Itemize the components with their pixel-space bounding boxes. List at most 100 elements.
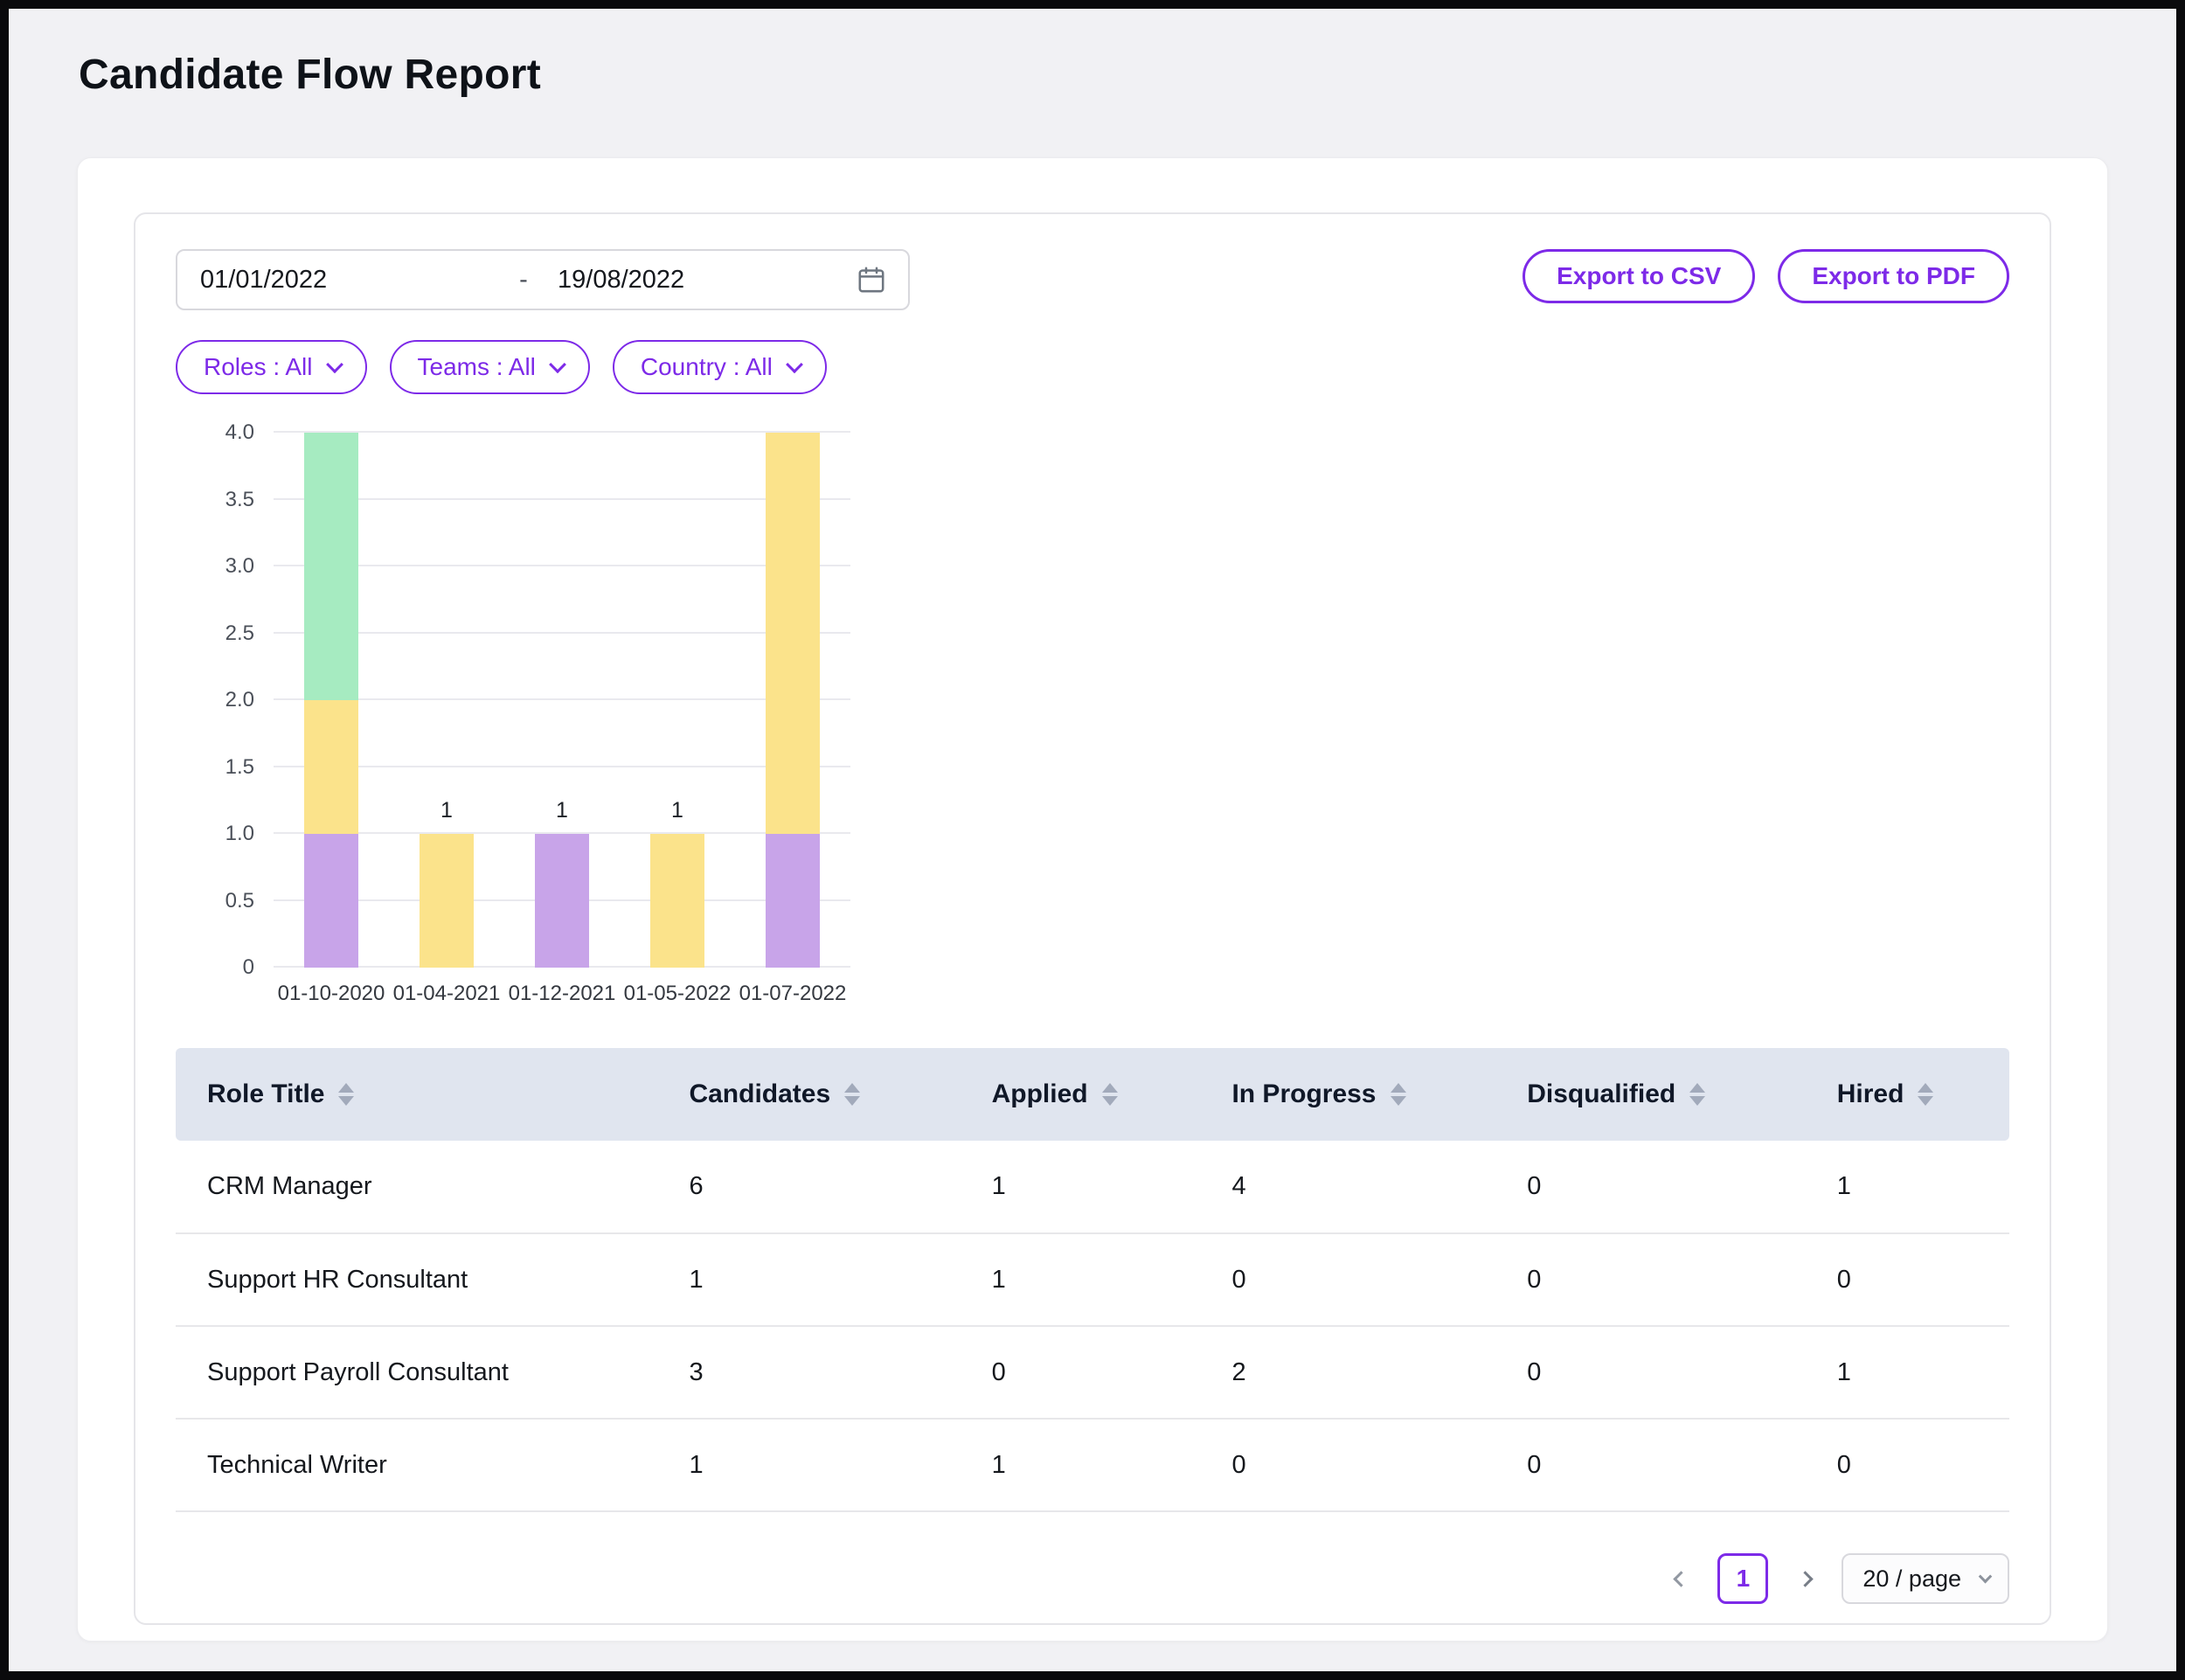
- cell-role-title: CRM Manager: [176, 1141, 689, 1233]
- x-axis-label: 01-10-2020: [274, 982, 389, 1006]
- header-cell-content: In Progress: [1231, 1080, 1405, 1109]
- sort-ascending-icon: [844, 1083, 860, 1093]
- cell-value: 1: [1837, 1326, 2009, 1419]
- filter-label: Teams : All: [418, 353, 536, 381]
- bar-segment-yellow[interactable]: [420, 834, 474, 968]
- cell-role-title: Support HR Consultant: [176, 1233, 689, 1326]
- cell-value: 0: [1527, 1419, 1837, 1511]
- gridline: [274, 766, 850, 767]
- column-header-candidates[interactable]: Candidates: [689, 1048, 991, 1141]
- cell-value: 0: [1527, 1141, 1837, 1233]
- filter-roles[interactable]: Roles : All: [176, 340, 367, 394]
- sort-icon: [844, 1083, 860, 1106]
- bar-segment-yellow[interactable]: [766, 433, 820, 834]
- filter-teams[interactable]: Teams : All: [390, 340, 590, 394]
- date-range-separator: -: [502, 266, 545, 295]
- filter-country[interactable]: Country : All: [613, 340, 827, 394]
- cell-value: 1: [992, 1233, 1232, 1326]
- header-cell-content: Disqualified: [1527, 1080, 1705, 1109]
- cell-value: 0: [1231, 1419, 1527, 1511]
- column-header-label: Role Title: [207, 1080, 324, 1109]
- column-header-role-title[interactable]: Role Title: [176, 1048, 689, 1141]
- export-pdf-button[interactable]: Export to PDF: [1778, 249, 2009, 303]
- cell-value: 4: [1231, 1141, 1527, 1233]
- toolbar: 01/01/2022 - 19/08/2022 Export to CSV Ex…: [176, 249, 2009, 310]
- sort-icon: [1689, 1083, 1705, 1106]
- export-csv-button[interactable]: Export to CSV: [1523, 249, 1755, 303]
- pagination-prev-button[interactable]: [1665, 1554, 1696, 1603]
- page-title: Candidate Flow Report: [79, 51, 541, 99]
- bar-segment-yellow[interactable]: [650, 834, 704, 968]
- table-row: Support HR Consultant11000: [176, 1233, 2009, 1326]
- cell-value: 1: [992, 1141, 1232, 1233]
- sort-ascending-icon: [1391, 1083, 1406, 1093]
- cell-value: 1: [1837, 1141, 2009, 1233]
- page-size-value: 20 / page: [1862, 1565, 1961, 1593]
- sort-descending-icon: [1102, 1096, 1118, 1106]
- candidate-flow-report-page: { "page": { "title": "Candidate Flow Rep…: [0, 0, 2185, 1680]
- cell-value: 0: [1527, 1326, 1837, 1419]
- sort-icon: [1391, 1083, 1406, 1106]
- column-header-applied[interactable]: Applied: [992, 1048, 1232, 1141]
- cell-value: 1: [992, 1419, 1232, 1511]
- sort-ascending-icon: [1918, 1083, 1933, 1093]
- sort-descending-icon: [338, 1096, 354, 1106]
- x-axis-label: 01-07-2022: [735, 982, 850, 1006]
- pagination-page-button[interactable]: 1: [1717, 1553, 1768, 1604]
- pagination-next-button[interactable]: [1789, 1554, 1821, 1603]
- bar-segment-purple[interactable]: [535, 834, 589, 968]
- bar-value-label: 1: [420, 798, 474, 823]
- chevron-left-icon: [1673, 1571, 1689, 1586]
- calendar-icon[interactable]: [856, 264, 887, 295]
- candidate-flow-chart: 00.51.01.52.02.53.03.54.0111 01-10-20200…: [176, 433, 901, 1011]
- chart-plot: 00.51.01.52.02.53.03.54.0111: [274, 433, 850, 968]
- column-header-in-progress[interactable]: In Progress: [1231, 1048, 1527, 1141]
- date-range-picker[interactable]: 01/01/2022 - 19/08/2022: [176, 249, 910, 310]
- bar-segment-purple[interactable]: [766, 834, 820, 968]
- bar-segment-yellow[interactable]: [304, 700, 358, 834]
- gridline: [274, 431, 850, 433]
- cell-role-title: Support Payroll Consultant: [176, 1326, 689, 1419]
- cell-value: 0: [1837, 1419, 2009, 1511]
- chart-x-axis: 01-10-202001-04-202101-12-202101-05-2022…: [274, 982, 850, 1011]
- page-size-select[interactable]: 20 / page: [1842, 1553, 2009, 1604]
- candidate-flow-table: Role Title Candidates AppliedIn Progress Di…: [176, 1048, 2009, 1512]
- column-header-disqualified[interactable]: Disqualified: [1527, 1048, 1837, 1141]
- cell-value: 1: [689, 1419, 991, 1511]
- date-to-value[interactable]: 19/08/2022: [558, 266, 684, 295]
- bar-segment-green[interactable]: [304, 433, 358, 700]
- cell-value: 0: [1527, 1233, 1837, 1326]
- sort-descending-icon: [1391, 1096, 1406, 1106]
- column-header-label: Hired: [1837, 1080, 1904, 1109]
- x-axis-label: 01-12-2021: [504, 982, 620, 1006]
- x-axis-label: 01-04-2021: [389, 982, 504, 1006]
- column-header-hired[interactable]: Hired: [1837, 1048, 2009, 1141]
- cell-value: 6: [689, 1141, 991, 1233]
- bar-value-label: 1: [650, 798, 704, 823]
- report-card: 01/01/2022 - 19/08/2022 Export to CSV Ex…: [77, 157, 2108, 1642]
- report-panel: 01/01/2022 - 19/08/2022 Export to CSV Ex…: [134, 212, 2051, 1625]
- table-row: Support Payroll Consultant30201: [176, 1326, 2009, 1419]
- sort-icon: [1102, 1083, 1118, 1106]
- column-header-label: Candidates: [689, 1080, 830, 1109]
- chevron-right-icon: [1797, 1571, 1813, 1586]
- cell-value: 2: [1231, 1326, 1527, 1419]
- cell-value: 0: [992, 1326, 1232, 1419]
- column-header-label: Disqualified: [1527, 1080, 1675, 1109]
- sort-icon: [338, 1083, 354, 1106]
- cell-value: 1: [689, 1233, 991, 1326]
- bar-segment-purple[interactable]: [304, 834, 358, 968]
- table-row: CRM Manager61401: [176, 1141, 2009, 1233]
- sort-icon: [1918, 1083, 1933, 1106]
- chevron-down-icon: [326, 356, 343, 373]
- table-body: CRM Manager61401Support HR Consultant110…: [176, 1141, 2009, 1511]
- cell-value: 3: [689, 1326, 991, 1419]
- gridline: [274, 498, 850, 500]
- y-axis-tick-label: 0.5: [225, 889, 254, 913]
- sort-ascending-icon: [1102, 1083, 1118, 1093]
- gridline: [274, 565, 850, 566]
- header-cell-content: Candidates: [689, 1080, 860, 1109]
- y-axis-tick-label: 1.5: [225, 755, 254, 780]
- date-from-value[interactable]: 01/01/2022: [200, 266, 502, 295]
- cell-role-title: Technical Writer: [176, 1419, 689, 1511]
